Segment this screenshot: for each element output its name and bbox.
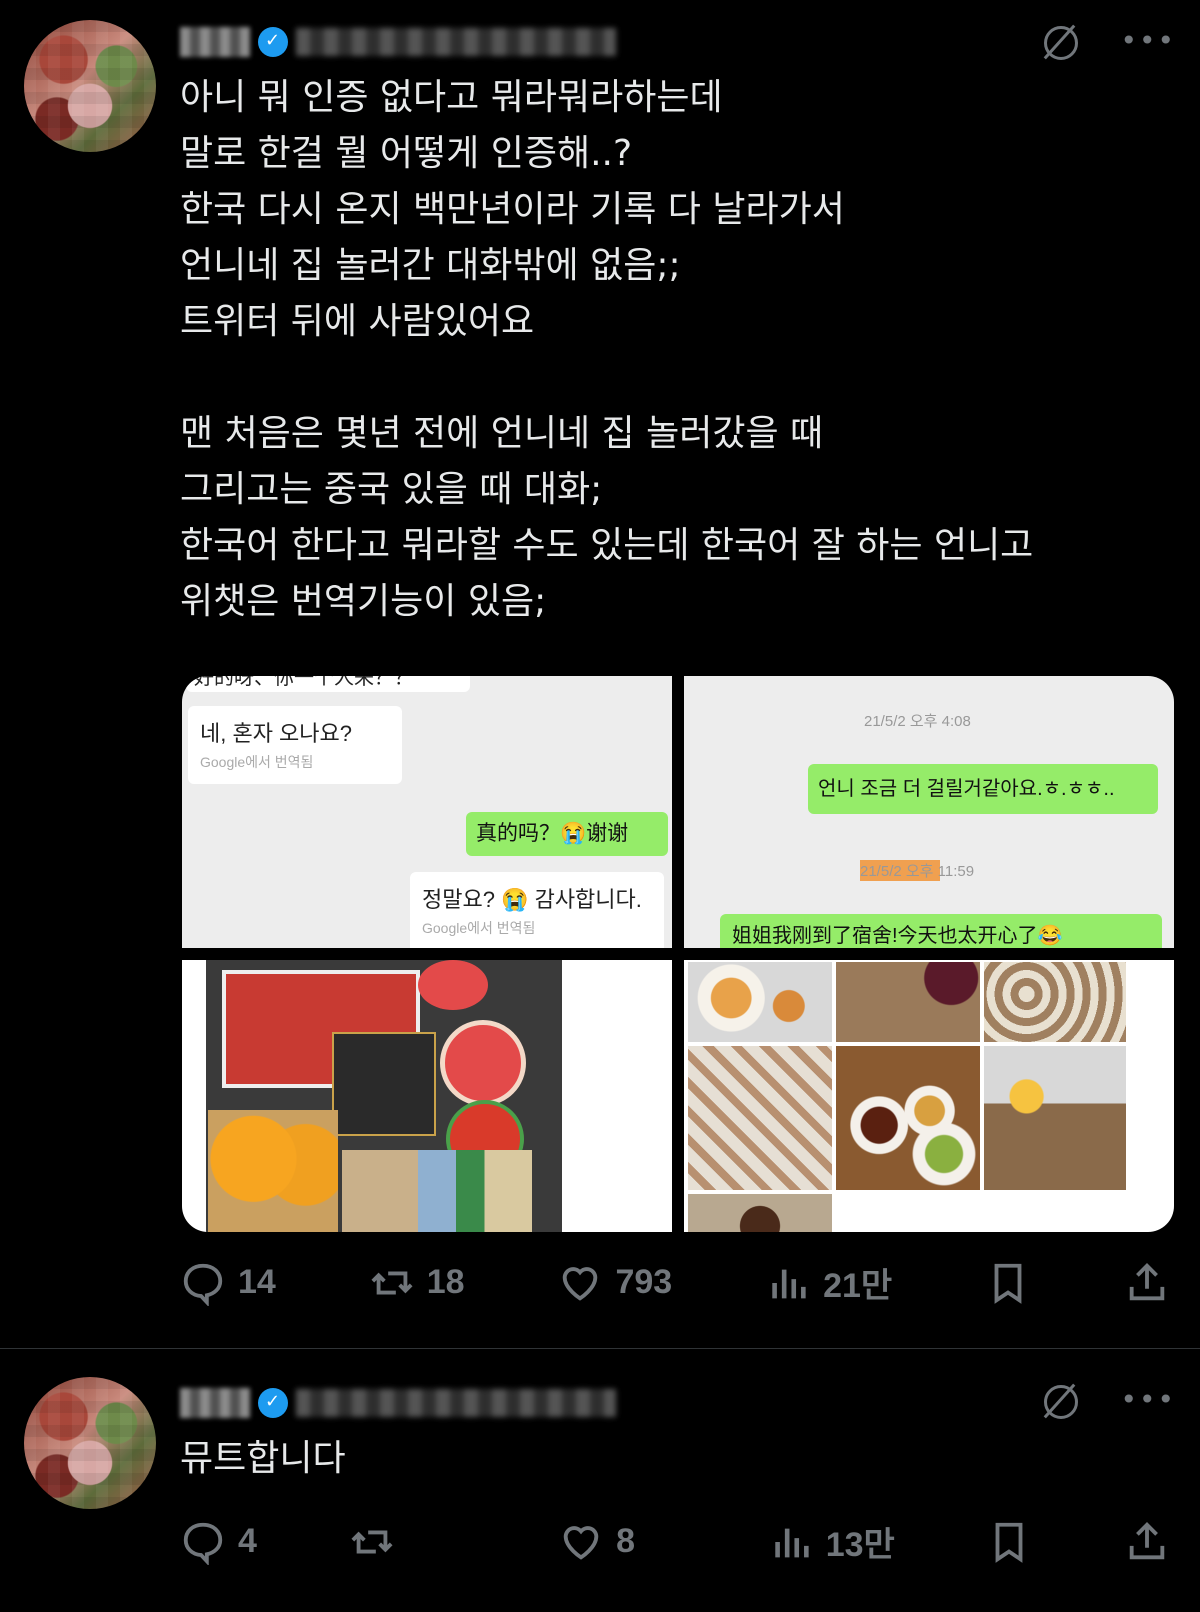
translated-label: Google에서 번역됨 bbox=[200, 754, 314, 770]
photo-tile-person bbox=[984, 1046, 1126, 1190]
chat-bubble-sent: 언니 조금 더 걸릴거같아요.ㅎ.ㅎㅎ.. bbox=[808, 764, 1158, 814]
views-icon bbox=[772, 1269, 806, 1298]
tweet-actions: 4 8 13만 bbox=[180, 1517, 1170, 1566]
author-avatar[interactable] bbox=[24, 1377, 156, 1509]
chat-timestamp: 21/5/2 오후 11:59 bbox=[860, 860, 975, 881]
translated-label: Google에서 번역됨 bbox=[422, 920, 536, 936]
views-icon bbox=[774, 1528, 809, 1557]
photo-tile-dumplings bbox=[836, 962, 980, 1042]
retweet-button[interactable]: 18 bbox=[369, 1260, 465, 1306]
bookmark-icon bbox=[994, 1263, 1022, 1304]
chat-top-cut: 好的呀、你一个人来？？ bbox=[186, 676, 470, 692]
chat-bubble: 정말요? 😭 감사합니다. Google에서 번역됨 bbox=[410, 872, 664, 948]
chat-bubble-sent: 真的吗？😭谢谢 bbox=[466, 812, 668, 856]
author-handle-blurred[interactable] bbox=[296, 1389, 616, 1417]
tweet-1[interactable]: ••• 아니 뭐 인증 없다고 뭐라뭐라하는데 말로 한걸 뭘 어떻게 인증해.… bbox=[0, 0, 1200, 1348]
noodle-cup bbox=[418, 960, 488, 1010]
tweet-2[interactable]: ••• 뮤트합니다 4 8 13만 bbox=[0, 1349, 1200, 1612]
bookmark-button[interactable] bbox=[986, 1519, 1032, 1565]
reply-button[interactable]: 4 bbox=[180, 1519, 257, 1565]
like-button[interactable]: 8 bbox=[558, 1519, 676, 1565]
chat-bubble-sent: 姐姐我刚到了宿舍!今天也太开心了😂 bbox=[720, 914, 1162, 948]
like-icon bbox=[563, 1525, 599, 1560]
reply-count: 4 bbox=[238, 1522, 257, 1560]
retweet-button[interactable] bbox=[349, 1519, 467, 1565]
reply-button[interactable]: 14 bbox=[180, 1260, 276, 1306]
like-count: 793 bbox=[615, 1263, 673, 1301]
verified-icon bbox=[258, 1388, 288, 1418]
tweet-header bbox=[180, 22, 616, 62]
views-count: 13만 bbox=[825, 1526, 895, 1564]
tweet-actions: 14 18 793 21만 bbox=[180, 1258, 1170, 1307]
chat-bubble-text: 네, 혼자 오나요? bbox=[200, 721, 353, 746]
grok-icon[interactable] bbox=[1040, 20, 1080, 60]
photo-tile-eggs bbox=[688, 962, 832, 1042]
photo-tile-dishes bbox=[836, 1046, 980, 1190]
photo-tile-dumplings bbox=[688, 1046, 832, 1190]
views-count: 21만 bbox=[823, 1267, 893, 1305]
share-icon bbox=[1129, 1262, 1165, 1300]
chat-timestamp: 21/5/2 오후 4:08 bbox=[864, 713, 971, 730]
reply-icon bbox=[183, 1522, 223, 1565]
chat-bubble-text: 정말요? 😭 감사합니다. bbox=[422, 887, 642, 912]
media-chat-2[interactable]: 21/5/2 오후 4:08 언니 조금 더 걸릴거같아요.ㅎ.ㅎㅎ.. 21/… bbox=[684, 676, 1174, 948]
share-button[interactable] bbox=[1124, 1519, 1170, 1565]
media-chat-1[interactable]: 好的呀、你一个人来？？ 네, 혼자 오나요? Google에서 번역됨 真的吗？… bbox=[182, 676, 672, 948]
verified-icon bbox=[258, 27, 288, 57]
tweet-text: 아니 뭐 인증 없다고 뭐라뭐라하는데 말로 한걸 뭘 어떻게 인증해..? 한… bbox=[180, 77, 1034, 622]
media-photo-meals[interactable] bbox=[684, 960, 1174, 1232]
views-button[interactable]: 13만 bbox=[768, 1517, 895, 1566]
chat-bubble: 네, 혼자 오나요? Google에서 번역됨 bbox=[188, 706, 402, 784]
media-grid[interactable]: 好的呀、你一个人来？？ 네, 혼자 오나요? Google에서 번역됨 真的吗？… bbox=[182, 676, 1174, 1232]
tweet-text: 뮤트합니다 bbox=[180, 1438, 346, 1479]
author-avatar[interactable] bbox=[24, 20, 156, 152]
like-count: 8 bbox=[616, 1522, 636, 1560]
reply-icon bbox=[183, 1263, 223, 1306]
more-icon[interactable]: ••• bbox=[1120, 1383, 1176, 1416]
oranges bbox=[208, 1110, 338, 1232]
bookmark-icon bbox=[995, 1522, 1023, 1563]
share-button[interactable] bbox=[1124, 1260, 1170, 1306]
like-icon bbox=[563, 1266, 598, 1301]
more-icon[interactable]: ••• bbox=[1120, 24, 1176, 57]
author-handle-blurred[interactable] bbox=[296, 28, 616, 56]
reply-count: 14 bbox=[238, 1263, 276, 1301]
photo-tile-food bbox=[688, 1194, 832, 1232]
media-photo-snacks[interactable] bbox=[182, 960, 672, 1232]
author-name-blurred[interactable] bbox=[180, 1388, 250, 1418]
noodle-cup bbox=[440, 1020, 526, 1106]
header-icons: ••• bbox=[1040, 1379, 1176, 1419]
bookmark-button[interactable] bbox=[985, 1260, 1031, 1306]
retweet-icon bbox=[371, 1271, 413, 1294]
retweet-icon bbox=[350, 1530, 393, 1553]
views-button[interactable]: 21만 bbox=[765, 1258, 892, 1307]
coffee-box bbox=[332, 1032, 436, 1136]
snack-bags bbox=[342, 1150, 532, 1232]
header-icons: ••• bbox=[1040, 20, 1176, 60]
author-name-blurred[interactable] bbox=[180, 27, 250, 57]
share-icon bbox=[1129, 1521, 1165, 1559]
grok-icon[interactable] bbox=[1040, 1379, 1080, 1419]
like-button[interactable]: 793 bbox=[557, 1260, 672, 1306]
tweet-header bbox=[180, 1383, 616, 1423]
retweet-count: 18 bbox=[426, 1263, 465, 1301]
photo-tile-dumplings bbox=[984, 962, 1126, 1042]
